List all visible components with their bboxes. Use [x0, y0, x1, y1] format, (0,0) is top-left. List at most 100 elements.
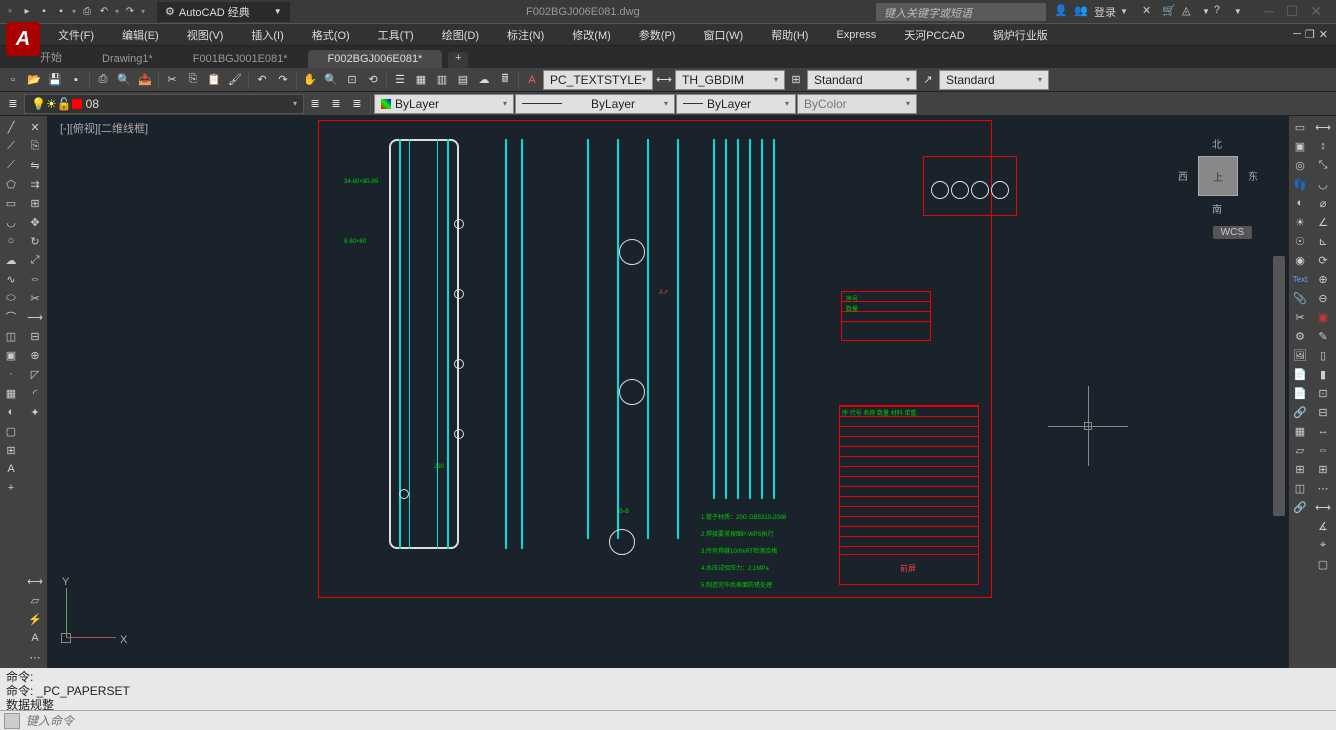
help-icon[interactable]: ?: [1214, 4, 1230, 20]
textstyle-selector[interactable]: PC_TEXTSTYLE▾: [543, 70, 653, 90]
qat-redo-drop-icon[interactable]: ▾: [139, 4, 147, 20]
material-icon[interactable]: ◉: [1289, 251, 1311, 269]
redo-icon[interactable]: ↷: [273, 70, 293, 90]
hyper-icon[interactable]: 🔗: [1289, 498, 1311, 516]
nav-bar[interactable]: [1273, 256, 1285, 516]
app-icon[interactable]: ◬: [1182, 4, 1198, 20]
app-drop-icon[interactable]: ▼: [1202, 7, 1210, 16]
text-icon[interactable]: A: [24, 629, 46, 647]
dimstyle-selector[interactable]: TH_GBDIM▾: [675, 70, 785, 90]
workspace-selector[interactable]: ⚙ AutoCAD 经典 ▼: [157, 2, 290, 22]
mirror-icon[interactable]: ⇋: [24, 156, 46, 174]
properties-icon[interactable]: ☰: [390, 70, 410, 90]
color-selector[interactable]: ByLayer▾: [374, 94, 514, 114]
stretch-icon[interactable]: ⇔: [24, 270, 46, 288]
menu-express[interactable]: Express: [822, 26, 890, 44]
copy-icon[interactable]: ⎘: [183, 70, 203, 90]
dim10-icon[interactable]: ⊖: [1312, 289, 1334, 307]
markup-icon[interactable]: ☁: [474, 70, 494, 90]
zoom-icon[interactable]: 🔍: [321, 70, 341, 90]
viewport-label[interactable]: [-][俯视][二维线框]: [60, 120, 148, 136]
trim-icon[interactable]: ✂: [24, 289, 46, 307]
menu-pccad[interactable]: 天河PCCAD: [890, 24, 979, 46]
render-icon[interactable]: ☀: [1289, 213, 1311, 231]
line-icon[interactable]: ╱: [0, 118, 22, 136]
dim11-icon[interactable]: ▣: [1312, 308, 1334, 326]
cube-face[interactable]: 上: [1198, 156, 1238, 196]
insert-icon[interactable]: ◫: [0, 327, 22, 345]
chamfer-icon[interactable]: ◸: [24, 365, 46, 383]
model-viewport[interactable]: [-][俯视][二维线框] 34-80×80-89 8-60×60 280: [48, 116, 1288, 668]
walk-icon[interactable]: 👣: [1289, 175, 1311, 193]
designcenter-icon[interactable]: ▦: [411, 70, 431, 90]
qat-undo-drop-icon[interactable]: ▾: [113, 4, 121, 20]
paste-icon[interactable]: 📋: [204, 70, 224, 90]
qat-plot-icon[interactable]: ⎙: [79, 4, 95, 20]
extend-icon[interactable]: ⟶: [24, 308, 46, 326]
arc-icon[interactable]: ◡: [0, 213, 22, 231]
ellipsearc-icon[interactable]: ⌒: [0, 308, 22, 326]
sunlight-icon[interactable]: ☉: [1289, 232, 1311, 250]
dim7-icon[interactable]: ⊾: [1312, 232, 1334, 250]
cut-icon[interactable]: ✂: [162, 70, 182, 90]
dim18-icon[interactable]: ⇔: [1312, 441, 1334, 459]
tab-f002[interactable]: F002BGJ006E081*: [308, 50, 443, 68]
menu-window[interactable]: 窗口(W): [689, 24, 757, 46]
circle-icon[interactable]: ○: [0, 232, 22, 250]
gradient-icon[interactable]: ◐: [0, 403, 22, 421]
xref-icon[interactable]: 🔗: [1289, 403, 1311, 421]
search-input[interactable]: 键入关键字或短语: [876, 3, 1046, 21]
match-icon[interactable]: 🖌: [225, 70, 245, 90]
rectangle-icon[interactable]: ▭: [0, 194, 22, 212]
scale-icon[interactable]: ⤢: [24, 251, 46, 269]
menu-draw[interactable]: 绘图(D): [428, 24, 493, 46]
region-icon[interactable]: ▢: [0, 422, 22, 440]
dist-icon[interactable]: ⟷: [24, 572, 46, 590]
layeriso-icon[interactable]: ≣: [326, 94, 346, 114]
dim8-icon[interactable]: ⟳: [1312, 251, 1334, 269]
qsel-icon[interactable]: ⚡: [24, 610, 46, 628]
saveall-icon[interactable]: ▪: [66, 70, 86, 90]
tab-drawing1[interactable]: Drawing1*: [82, 50, 173, 68]
pan-icon[interactable]: ✋: [300, 70, 320, 90]
img-icon[interactable]: 🖼: [1289, 346, 1311, 364]
menu-boiler[interactable]: 锅炉行业版: [979, 24, 1062, 46]
menu-help[interactable]: 帮助(H): [757, 24, 822, 46]
dim13-icon[interactable]: ▯: [1312, 346, 1334, 364]
erase-icon[interactable]: ✕: [24, 118, 46, 136]
menu-edit[interactable]: 编辑(E): [108, 24, 173, 46]
qat-dropdown-icon[interactable]: ▾: [70, 4, 78, 20]
ellipse-icon[interactable]: ⬭: [0, 289, 22, 307]
offset-icon[interactable]: ⇉: [24, 175, 46, 193]
more-icon[interactable]: ⋯: [24, 648, 46, 666]
dimstyle-icon[interactable]: ⟷: [654, 70, 674, 90]
qat-save-icon[interactable]: ▪: [36, 4, 52, 20]
tab-add-button[interactable]: +: [448, 52, 468, 68]
pdf-icon[interactable]: 📄: [1289, 365, 1311, 383]
undo-icon[interactable]: ↶: [252, 70, 272, 90]
break-icon[interactable]: ⊟: [24, 327, 46, 345]
layerprev-icon[interactable]: ≣: [305, 94, 325, 114]
new-icon[interactable]: ▫: [3, 70, 23, 90]
dim17-icon[interactable]: ↔: [1312, 422, 1334, 440]
rotate-icon[interactable]: ↻: [24, 232, 46, 250]
minimize-button[interactable]: ─: [1264, 3, 1274, 20]
move-icon[interactable]: ✥: [24, 213, 46, 231]
menu-view[interactable]: 视图(V): [173, 24, 238, 46]
block-icon[interactable]: ▣: [0, 346, 22, 364]
wcs-badge[interactable]: WCS: [1213, 226, 1252, 239]
qat-undo-icon[interactable]: ↶: [96, 4, 112, 20]
app-logo[interactable]: A: [6, 22, 40, 56]
zoomprev-icon[interactable]: ⟲: [363, 70, 383, 90]
named-icon[interactable]: ▣: [1289, 137, 1311, 155]
copy2-icon[interactable]: ⎘: [24, 137, 46, 155]
menu-file[interactable]: 文件(F): [44, 24, 108, 46]
dim15-icon[interactable]: ⊡: [1312, 384, 1334, 402]
adj-icon[interactable]: ⚙: [1289, 327, 1311, 345]
mdi-minimize-icon[interactable]: ─: [1293, 28, 1301, 41]
menu-tools[interactable]: 工具(T): [364, 24, 428, 46]
publish-icon[interactable]: 📤: [135, 70, 155, 90]
zoomwin-icon[interactable]: ⊡: [342, 70, 362, 90]
dim20-icon[interactable]: ⋯: [1312, 479, 1334, 497]
sheetset-icon[interactable]: ▤: [453, 70, 473, 90]
